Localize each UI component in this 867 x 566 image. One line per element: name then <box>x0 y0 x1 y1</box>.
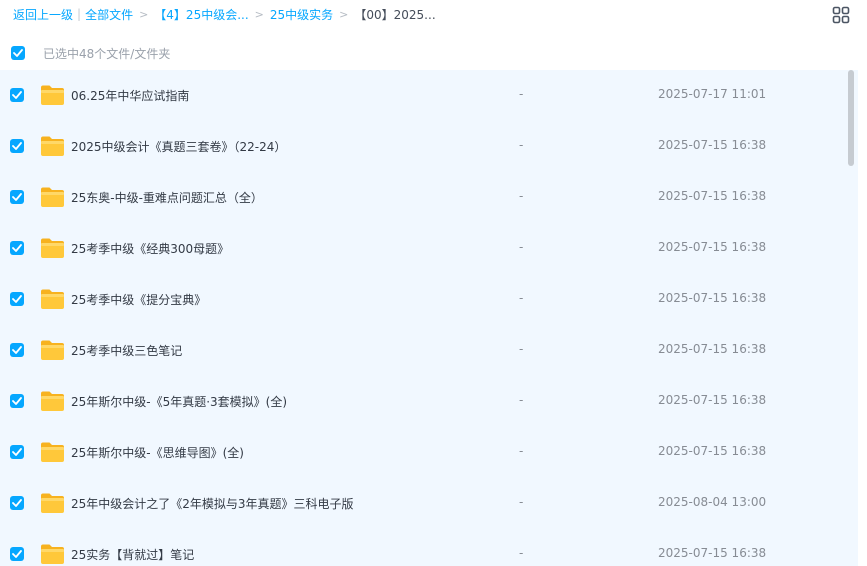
check-icon <box>12 448 22 456</box>
file-size: - <box>519 393 524 407</box>
check-icon <box>12 193 22 201</box>
check-icon <box>12 499 22 507</box>
file-row[interactable]: 25实务【背就过】笔记 - 2025-07-15 16:38 <box>0 529 844 566</box>
file-row[interactable]: 25东奥-中级-重难点问题汇总（全） - 2025-07-15 16:38 <box>0 172 844 223</box>
folder-icon <box>41 136 64 156</box>
check-icon <box>12 346 22 354</box>
file-size: - <box>519 444 524 458</box>
row-checkbox[interactable] <box>10 190 24 204</box>
file-size: - <box>519 240 524 254</box>
check-icon <box>13 49 23 57</box>
file-size: - <box>519 189 524 203</box>
check-icon <box>12 295 22 303</box>
row-checkbox[interactable] <box>10 343 24 357</box>
check-icon <box>12 550 22 558</box>
file-row[interactable]: 06.25年中华应试指南 - 2025-07-17 11:01 <box>0 70 844 121</box>
breadcrumb-level2[interactable]: 25中级实务 <box>270 6 333 23</box>
select-all-bar: 已选中48个文件/文件夹 <box>11 44 170 62</box>
file-date: 2025-07-15 16:38 <box>658 393 767 407</box>
folder-icon <box>41 289 64 309</box>
folder-icon <box>41 391 64 411</box>
row-checkbox[interactable] <box>10 445 24 459</box>
folder-icon <box>41 238 64 258</box>
check-icon <box>12 397 22 405</box>
breadcrumb-level1[interactable]: 【4】25中级会... <box>154 6 248 23</box>
folder-icon <box>41 187 64 207</box>
selection-count-label: 已选中48个文件/文件夹 <box>43 46 171 61</box>
file-row[interactable]: 25年斯尔中级-《思维导图》(全) - 2025-07-15 16:38 <box>0 427 844 478</box>
file-name[interactable]: 25考季中级三色笔记 <box>71 342 182 359</box>
folder-icon <box>41 340 64 360</box>
breadcrumb-root[interactable]: 全部文件 <box>85 6 133 23</box>
row-checkbox[interactable] <box>10 292 24 306</box>
file-date: 2025-07-15 16:38 <box>658 138 767 152</box>
file-row[interactable]: 2025中级会计《真题三套卷》（22-24） - 2025-07-15 16:38 <box>0 121 844 172</box>
file-name[interactable]: 25年中级会计之了《2年模拟与3年真题》三科电子版 <box>71 495 354 512</box>
file-row[interactable]: 25考季中级《经典300母题》 - 2025-07-15 16:38 <box>0 223 844 274</box>
file-size: - <box>519 291 524 305</box>
file-row[interactable]: 25考季中级《提分宝典》 - 2025-07-15 16:38 <box>0 274 844 325</box>
file-name[interactable]: 2025中级会计《真题三套卷》（22-24） <box>71 138 286 155</box>
file-list: 06.25年中华应试指南 - 2025-07-17 11:01 2025中级会计《真题… <box>0 70 858 566</box>
file-date: 2025-08-04 13:00 <box>658 495 767 509</box>
row-checkbox[interactable] <box>10 547 24 561</box>
breadcrumb-current: 【00】2025... <box>354 7 436 22</box>
file-size: - <box>519 87 524 101</box>
file-size: - <box>519 546 524 560</box>
file-row[interactable]: 25年中级会计之了《2年模拟与3年真题》三科电子版 - 2025-08-04 13:… <box>0 478 844 529</box>
file-browser: 返回上一级 | 全部文件 > 【4】25中级会... > 25中级实务 > 【0… <box>0 0 867 566</box>
back-link[interactable]: 返回上一级 <box>13 6 73 23</box>
folder-icon <box>41 493 64 513</box>
file-date: 2025-07-15 16:38 <box>658 291 767 305</box>
row-checkbox[interactable] <box>10 139 24 153</box>
file-name[interactable]: 25年斯尔中级-《5年真题·3套模拟》(全) <box>71 393 287 410</box>
file-date: 2025-07-15 16:38 <box>658 444 767 458</box>
file-date: 2025-07-15 16:38 <box>658 189 767 203</box>
vertical-scrollbar[interactable] <box>848 70 854 166</box>
folder-icon <box>41 442 64 462</box>
file-row[interactable]: 25年斯尔中级-《5年真题·3套模拟》(全) - 2025-07-15 16:38 <box>0 376 844 427</box>
file-date: 2025-07-15 16:38 <box>658 342 767 356</box>
file-size: - <box>519 342 524 356</box>
file-name[interactable]: 06.25年中华应试指南 <box>71 87 189 104</box>
breadcrumb-separator-icon: > <box>139 7 149 21</box>
row-checkbox[interactable] <box>10 394 24 408</box>
breadcrumb-separator-icon: > <box>339 7 349 21</box>
file-date: 2025-07-15 16:38 <box>658 546 767 560</box>
file-date: 2025-07-17 11:01 <box>658 87 767 101</box>
breadcrumb-separator-icon: > <box>254 7 264 21</box>
folder-icon <box>41 85 64 105</box>
file-name[interactable]: 25考季中级《提分宝典》 <box>71 291 206 308</box>
file-size: - <box>519 138 524 152</box>
row-checkbox[interactable] <box>10 88 24 102</box>
check-icon <box>12 244 22 252</box>
check-icon <box>12 91 22 99</box>
row-checkbox[interactable] <box>10 496 24 510</box>
folder-icon <box>41 544 64 564</box>
check-icon <box>12 142 22 150</box>
file-name[interactable]: 25实务【背就过】笔记 <box>71 546 194 563</box>
row-checkbox[interactable] <box>10 241 24 255</box>
file-date: 2025-07-15 16:38 <box>658 240 767 254</box>
file-name[interactable]: 25东奥-中级-重难点问题汇总（全） <box>71 189 263 206</box>
grid-view-icon[interactable] <box>832 6 850 24</box>
file-name[interactable]: 25年斯尔中级-《思维导图》(全) <box>71 444 244 461</box>
select-all-checkbox[interactable] <box>11 46 25 60</box>
breadcrumb-divider: | <box>77 7 82 21</box>
file-name[interactable]: 25考季中级《经典300母题》 <box>71 240 229 257</box>
file-row[interactable]: 25考季中级三色笔记 - 2025-07-15 16:38 <box>0 325 844 376</box>
breadcrumb: 返回上一级 | 全部文件 > 【4】25中级会... > 25中级实务 > 【0… <box>13 5 436 23</box>
file-size: - <box>519 495 524 509</box>
